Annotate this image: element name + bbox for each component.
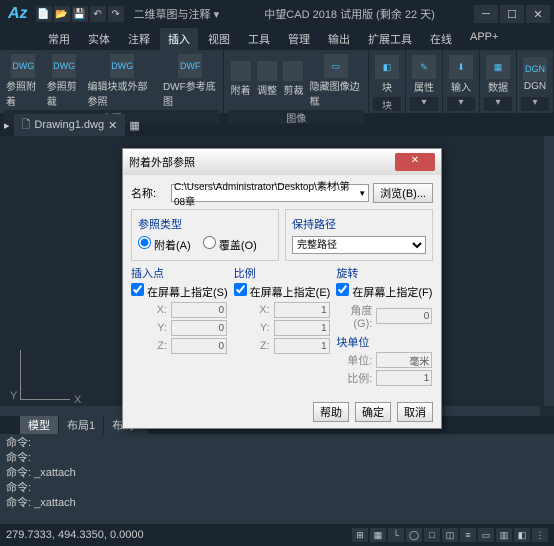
ribbon-body: DWG参照附着 DWG参照剪裁 DWG编辑块或外部参照 DWFDWF参考底图 参…	[0, 50, 554, 114]
radio-attach[interactable]: 附着(A)	[138, 240, 191, 252]
window-buttons: ─ ☐ ✕	[474, 5, 550, 23]
doc-marker: ▸	[4, 119, 10, 132]
ribbon-tabs: 常用 实体 注释 插入 视图 工具 管理 输出 扩展工具 在线 APP+	[0, 28, 554, 50]
command-window[interactable]: 命令: 命令: 命令: _xattach 命令: 命令: _xattach	[0, 434, 554, 524]
tab-home[interactable]: 常用	[40, 28, 78, 50]
tab-view[interactable]: 视图	[200, 28, 238, 50]
qat-new-icon[interactable]: 📄	[36, 6, 52, 22]
panel-attr: ✎属性 ▾	[406, 50, 443, 113]
image-clip-button[interactable]: 剪裁	[281, 61, 305, 101]
tab-insert[interactable]: 插入	[160, 28, 198, 50]
rotate-angle[interactable]	[376, 308, 432, 324]
close-button[interactable]: ✕	[526, 5, 550, 23]
name-label: 名称:	[131, 185, 167, 201]
scale-onscreen-check[interactable]: 在屏幕上指定(E)	[234, 287, 331, 299]
path-combo[interactable]: C:\Users\Administrator\Desktop\素材\第08章	[171, 184, 369, 202]
attach-xref-button[interactable]: DWG参照附着	[4, 52, 43, 110]
attr-button[interactable]: ✎属性	[410, 53, 438, 96]
pathtype-select[interactable]: 完整路径	[292, 236, 426, 254]
radio-overlay[interactable]: 覆盖(O)	[203, 240, 257, 252]
help-button[interactable]: 帮助	[313, 402, 349, 422]
attach-xref-dialog: 附着外部参照 ✕ 名称: C:\Users\Administrator\Desk…	[122, 148, 442, 429]
minimize-button[interactable]: ─	[474, 5, 498, 23]
new-tab-button[interactable]: ▦	[129, 119, 139, 132]
scrollbar-vertical[interactable]	[544, 136, 554, 406]
doc-name: Drawing1.dwg	[34, 119, 104, 131]
title-bar: Az 📄 📂 💾 ↶ ↷ 二维草图与注释 ▾ 中望CAD 2018 试用版 (剩…	[0, 0, 554, 28]
rotate-onscreen-check[interactable]: 在屏幕上指定(F)	[336, 287, 432, 299]
status-bar: 279.7333, 494.3350, 0.0000 ⊞ ▦ └ ◯ □ ◫ ≡…	[0, 524, 554, 546]
doc-icon: 🗋	[22, 116, 31, 135]
qat-save-icon[interactable]: 💾	[72, 6, 88, 22]
browse-button[interactable]: 浏览(B)...	[373, 183, 433, 203]
dialog-titlebar[interactable]: 附着外部参照 ✕	[123, 149, 441, 175]
app-title: 中望CAD 2018 试用版 (剩余 22 天)	[229, 6, 470, 22]
scale-z[interactable]	[274, 338, 330, 354]
dgn-button[interactable]: DGNDGN	[521, 55, 549, 94]
image-adjust-button[interactable]: 调整	[255, 61, 279, 101]
data-button[interactable]: ▦数据	[484, 53, 512, 96]
blockunit-unit	[376, 352, 432, 368]
tab-solid[interactable]: 实体	[80, 28, 118, 50]
insert-y[interactable]	[171, 320, 227, 336]
tab-annotate[interactable]: 注释	[120, 28, 158, 50]
tab-tools[interactable]: 工具	[240, 28, 278, 50]
tab-model[interactable]: 模型	[20, 416, 59, 434]
block-button[interactable]: ◧块	[373, 53, 401, 96]
panel-data: ▦数据 ▾	[480, 50, 517, 113]
scale-x[interactable]	[274, 302, 330, 318]
qat-open-icon[interactable]: 📂	[54, 6, 70, 22]
panel-label-img: 图像	[228, 110, 364, 124]
tab-online[interactable]: 在线	[422, 28, 460, 50]
panel-dgn: DGNDGN ▾	[517, 50, 554, 113]
insert-z[interactable]	[171, 338, 227, 354]
insert-x[interactable]	[171, 302, 227, 318]
panel-reference: DWG参照附着 DWG参照剪裁 DWG编辑块或外部参照 DWFDWF参考底图 参…	[0, 50, 224, 113]
maximize-button[interactable]: ☐	[500, 5, 524, 23]
tab-app[interactable]: APP+	[462, 28, 506, 50]
panel-label-block: 块	[373, 97, 401, 111]
tab-output[interactable]: 输出	[320, 28, 358, 50]
tab-manage[interactable]: 管理	[280, 28, 318, 50]
scale-y[interactable]	[274, 320, 330, 336]
insert-onscreen-check[interactable]: 在屏幕上指定(S)	[131, 287, 228, 299]
edit-xref-button[interactable]: DWG编辑块或外部参照	[85, 52, 158, 110]
app-logo: Az	[4, 5, 32, 23]
blockunit-ratio	[376, 370, 432, 386]
import-button[interactable]: ⬇输入	[447, 53, 475, 96]
panel-block: ◧块 块	[369, 50, 406, 113]
reftype-group: 参照类型 附着(A) 覆盖(O)	[131, 209, 279, 261]
image-attach-button[interactable]: 附着	[228, 61, 252, 101]
pathtype-group: 保持路径 完整路径	[285, 209, 433, 261]
qat-undo-icon[interactable]: ↶	[90, 6, 106, 22]
doc-tab[interactable]: 🗋 Drawing1.dwg ✕	[14, 114, 126, 137]
tab-ext[interactable]: 扩展工具	[360, 28, 420, 50]
quick-access-toolbar: 📄 📂 💾 ↶ ↷	[36, 6, 124, 22]
qat-redo-icon[interactable]: ↷	[108, 6, 124, 22]
panel-image: 附着 调整 剪裁 ▭隐藏图像边框 图像	[224, 50, 369, 113]
doc-close-icon[interactable]: ✕	[108, 119, 117, 132]
workspace-selector[interactable]: 二维草图与注释 ▾	[128, 6, 226, 22]
coordinates: 279.7333, 494.3350, 0.0000	[6, 529, 144, 541]
clip-xref-button[interactable]: DWG参照剪裁	[45, 52, 84, 110]
tab-layout1[interactable]: 布局1	[59, 416, 104, 434]
ok-button[interactable]: 确定	[355, 402, 391, 422]
hide-frame-button[interactable]: ▭隐藏图像边框	[308, 52, 364, 110]
dialog-title: 附着外部参照	[129, 154, 395, 170]
panel-import: ⬇输入 ▾	[443, 50, 480, 113]
dialog-close-button[interactable]: ✕	[395, 153, 435, 171]
dwf-underlay-button[interactable]: DWFDWF参考底图	[161, 52, 220, 110]
cancel-button[interactable]: 取消	[397, 402, 433, 422]
